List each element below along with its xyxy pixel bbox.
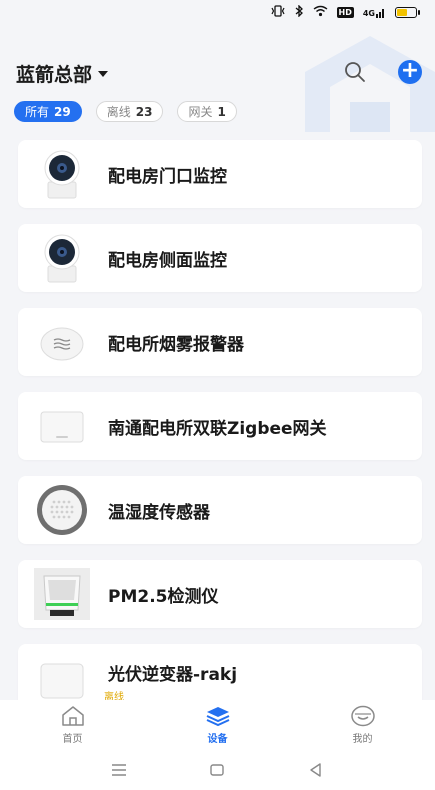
smoke-detector-icon <box>32 312 92 372</box>
profile-icon <box>350 705 375 727</box>
bluetooth-icon <box>295 3 304 20</box>
nav-devices[interactable]: 设备 <box>178 705 258 745</box>
device-list: 配电房门口监控 配电房侧面监控 配电所烟雾报警器 南通配电所双联Zigbee网关… <box>18 140 422 730</box>
chip-label: 所有 <box>25 105 50 119</box>
add-device-button[interactable]: + <box>398 60 422 84</box>
device-name: 南通配电所双联Zigbee网关 <box>108 418 327 439</box>
bottom-nav: 首页 设备 我的 <box>0 700 435 750</box>
system-nav-bar <box>0 750 435 790</box>
device-card[interactable]: 配电房侧面监控 <box>18 224 422 292</box>
status-bar: HD 4G <box>0 0 435 24</box>
nav-label: 首页 <box>62 734 83 745</box>
hd-icon: HD <box>336 6 354 18</box>
nav-profile[interactable]: 我的 <box>323 705 403 745</box>
chip-label: 网关 <box>188 105 213 119</box>
chip-label: 离线 <box>106 105 131 119</box>
pm25-monitor-icon <box>32 564 92 624</box>
wifi-icon <box>313 5 328 20</box>
device-card[interactable]: 配电房门口监控 <box>18 140 422 208</box>
filter-chip-offline[interactable]: 离线 23 <box>95 101 164 122</box>
device-name: 温湿度传感器 <box>108 502 210 523</box>
filter-chip-all[interactable]: 所有 29 <box>14 101 82 122</box>
nav-home[interactable]: 首页 <box>33 705 113 745</box>
nav-label: 设备 <box>207 734 228 745</box>
vibrate-icon <box>270 4 286 20</box>
device-card[interactable]: 南通配电所双联Zigbee网关 <box>18 392 422 460</box>
nav-label: 我的 <box>352 734 373 745</box>
org-name: 蓝箭总部 <box>16 64 93 86</box>
thermo-hygro-sensor-icon <box>32 480 92 540</box>
device-name: 配电房门口监控 <box>108 166 227 187</box>
battery-icon <box>395 6 420 18</box>
search-icon[interactable] <box>343 60 367 84</box>
camera-icon <box>32 144 92 204</box>
filter-row: 所有 29 离线 23 网关 1 <box>14 101 237 122</box>
chip-count: 1 <box>217 104 226 119</box>
gateway-icon <box>32 396 92 456</box>
device-card[interactable]: 温湿度传感器 <box>18 476 422 544</box>
camera-icon <box>32 228 92 288</box>
filter-chip-gateway[interactable]: 网关 1 <box>177 101 237 122</box>
device-name: 光伏逆变器-rakj <box>108 665 238 685</box>
device-name: PM2.5检测仪 <box>108 586 219 607</box>
home-icon <box>61 706 84 726</box>
device-card[interactable]: 配电所烟雾报警器 <box>18 308 422 376</box>
header: 蓝箭总部 + 所有 29 离线 23 网关 1 <box>0 24 435 132</box>
devices-layers-icon <box>206 707 229 727</box>
org-selector[interactable]: 蓝箭总部 <box>16 60 109 87</box>
home-square-icon[interactable] <box>208 761 226 779</box>
caret-down-icon <box>98 70 109 77</box>
menu-icon[interactable] <box>110 761 128 779</box>
chip-count: 23 <box>135 104 153 119</box>
device-name: 配电房侧面监控 <box>108 250 227 271</box>
device-card[interactable]: PM2.5检测仪 <box>18 560 422 628</box>
chip-count: 29 <box>54 104 71 119</box>
device-name: 配电所烟雾报警器 <box>108 334 244 355</box>
signal-icon: 4G <box>363 7 386 18</box>
back-triangle-icon[interactable] <box>307 761 325 779</box>
plus-icon: + <box>400 58 420 83</box>
